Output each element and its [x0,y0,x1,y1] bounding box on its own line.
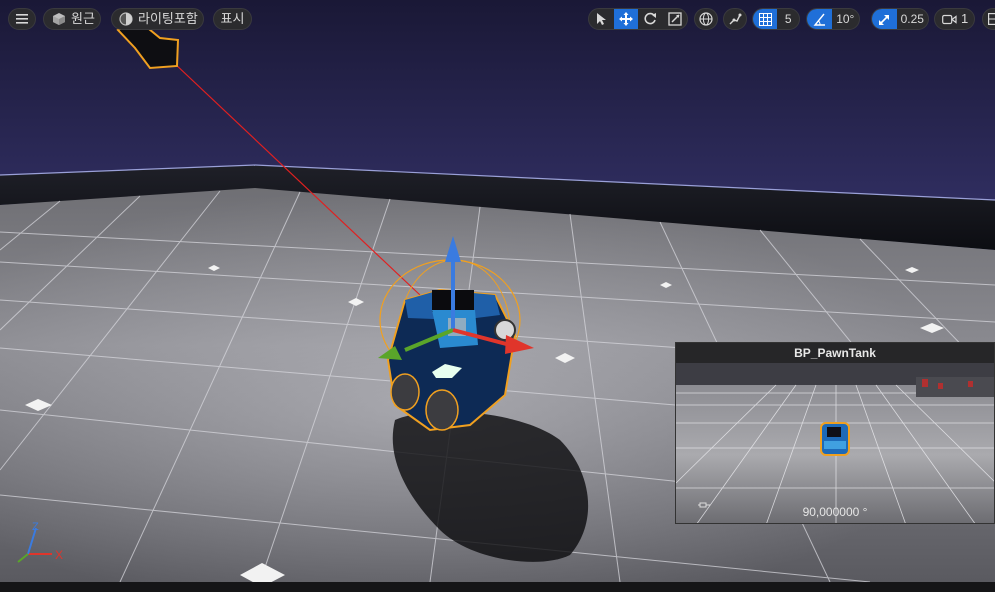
show-label: 표시 [220,11,245,26]
camera-preview-title: BP_PawnTank [676,343,994,363]
camera-speed-button[interactable]: 1 [934,8,975,30]
lighting-label: 라이팅포함 [138,11,198,26]
lighting-icon [119,12,133,26]
perspective-button[interactable]: 원근 [43,8,101,30]
camera-icon [942,14,957,24]
select-tool-button[interactable] [589,9,614,29]
move-icon [618,12,633,26]
grid-icon [758,12,772,26]
viewport-bottom-border [0,582,995,592]
transform-tools [588,8,688,30]
grid-snap-value[interactable]: 5 [777,9,799,29]
scale-snap-value[interactable]: 0.25 [897,9,928,29]
scale-icon [668,12,682,26]
rotation-snap-value[interactable]: 10° [832,9,859,29]
surface-snap-icon [729,13,742,25]
rotation-snap-group: 10° [806,8,860,30]
rotate-icon [644,12,657,25]
lighting-mode-button[interactable]: 라이팅포함 [111,8,204,30]
camera-speed-value: 1 [961,11,969,26]
layout-icon [988,13,995,25]
globe-icon [699,12,713,26]
hamburger-menu-icon [16,14,28,24]
cursor-icon [597,13,607,25]
camera-fov-label: 90,000000 ° [802,505,868,519]
rotation-snap-toggle[interactable] [807,9,832,29]
rotate-tool-button[interactable] [638,9,663,29]
camera-preview-scene [676,363,994,523]
camera-preview-panel: BP_PawnTank 90,000000 ° [675,342,995,524]
grid-snap-group: 5 [752,8,800,30]
world-local-toggle[interactable] [694,8,718,30]
axis-x-label: X [55,548,63,562]
grid-snap-toggle[interactable] [753,9,778,29]
level-viewport[interactable]: 원근 라이팅포함 표시 5 10° 0.25 1 X Z BP_PawnTank… [0,0,995,582]
scale-snap-icon [878,14,889,25]
show-button[interactable]: 표시 [213,8,252,30]
scale-snap-toggle[interactable] [872,9,897,29]
perspective-label: 원근 [71,11,95,26]
surface-snap-button[interactable] [723,8,747,30]
angle-icon [813,13,825,26]
cube-icon [52,12,66,26]
axis-z-label: Z [32,521,39,533]
axis-indicator: X Z [17,521,63,563]
viewport-menu-button[interactable] [8,8,36,30]
scale-snap-group: 0.25 [871,8,929,30]
scale-tool-button[interactable] [663,9,688,29]
translate-tool-button[interactable] [613,9,638,29]
